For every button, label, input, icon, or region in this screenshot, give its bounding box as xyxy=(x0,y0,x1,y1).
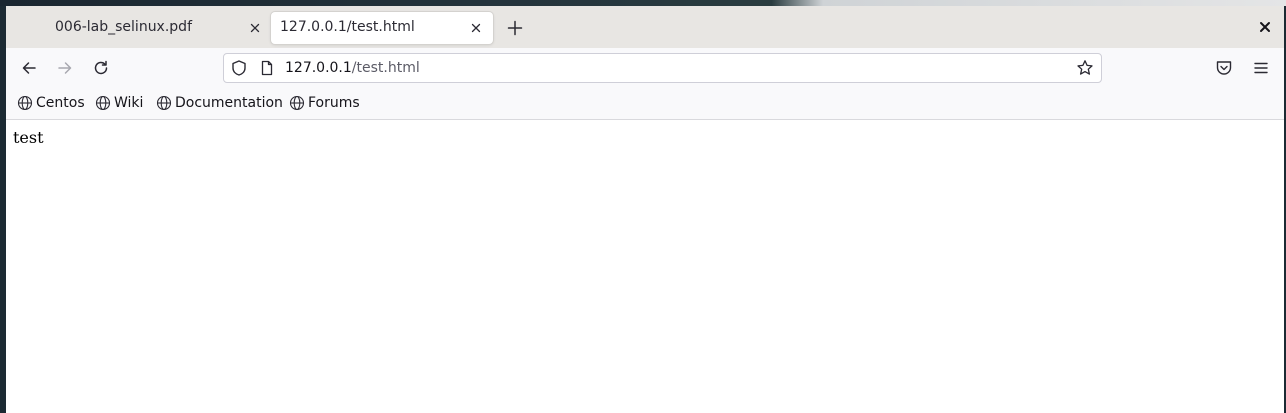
shield-icon[interactable] xyxy=(230,59,248,77)
tab-strip: 006-lab_selinux.pdf 127.0.0.1/test.html xyxy=(6,6,1284,48)
hamburger-menu-icon xyxy=(1254,62,1268,74)
bookmarks-toolbar: Centos Wiki Documentation Forums xyxy=(6,88,1284,120)
browser-window: 006-lab_selinux.pdf 127.0.0.1/test.html xyxy=(6,6,1284,413)
plus-icon xyxy=(507,20,523,36)
tab-title: 127.0.0.1/test.html xyxy=(280,19,415,35)
window-close-button[interactable] xyxy=(1256,18,1274,36)
url-host: 127.0.0.1 xyxy=(285,60,352,76)
arrow-left-icon xyxy=(22,62,36,74)
menu-button[interactable] xyxy=(1251,58,1271,78)
navigation-toolbar: 127.0.0.1/test.html xyxy=(6,48,1284,88)
url-bar[interactable]: 127.0.0.1/test.html xyxy=(223,53,1102,83)
page-content: test xyxy=(6,120,1284,413)
page-icon[interactable] xyxy=(259,60,275,76)
bookmark-label: Forums xyxy=(308,95,360,111)
tab-title: 006-lab_selinux.pdf xyxy=(55,19,192,35)
bookmark-forums[interactable]: Forums xyxy=(289,94,360,112)
url-path: /test.html xyxy=(351,60,420,76)
globe-icon xyxy=(17,95,33,111)
arrow-right-icon xyxy=(58,62,72,74)
bookmark-wiki[interactable]: Wiki xyxy=(95,94,143,112)
tab-pdf[interactable]: 006-lab_selinux.pdf xyxy=(9,12,267,44)
close-icon[interactable] xyxy=(247,20,263,36)
pocket-icon xyxy=(1216,61,1232,75)
tab-test-html[interactable]: 127.0.0.1/test.html xyxy=(271,12,493,44)
bookmark-documentation[interactable]: Documentation xyxy=(156,94,283,112)
reload-icon xyxy=(94,60,108,75)
globe-icon xyxy=(156,95,172,111)
page-body-text: test xyxy=(13,128,44,147)
pocket-button[interactable] xyxy=(1214,58,1234,78)
back-button[interactable] xyxy=(19,58,39,78)
close-icon xyxy=(1260,22,1270,32)
close-icon[interactable] xyxy=(468,20,484,36)
bookmark-label: Wiki xyxy=(114,95,144,111)
new-tab-button[interactable] xyxy=(503,16,527,40)
bookmark-centos[interactable]: Centos xyxy=(17,94,85,112)
star-icon[interactable] xyxy=(1076,59,1094,77)
forward-button[interactable] xyxy=(55,58,75,78)
bookmark-label: Documentation xyxy=(175,95,283,111)
reload-button[interactable] xyxy=(91,58,111,78)
globe-icon xyxy=(289,95,305,111)
globe-icon xyxy=(95,95,111,111)
url-text: 127.0.0.1/test.html xyxy=(285,60,420,76)
bookmark-label: Centos xyxy=(36,95,85,111)
